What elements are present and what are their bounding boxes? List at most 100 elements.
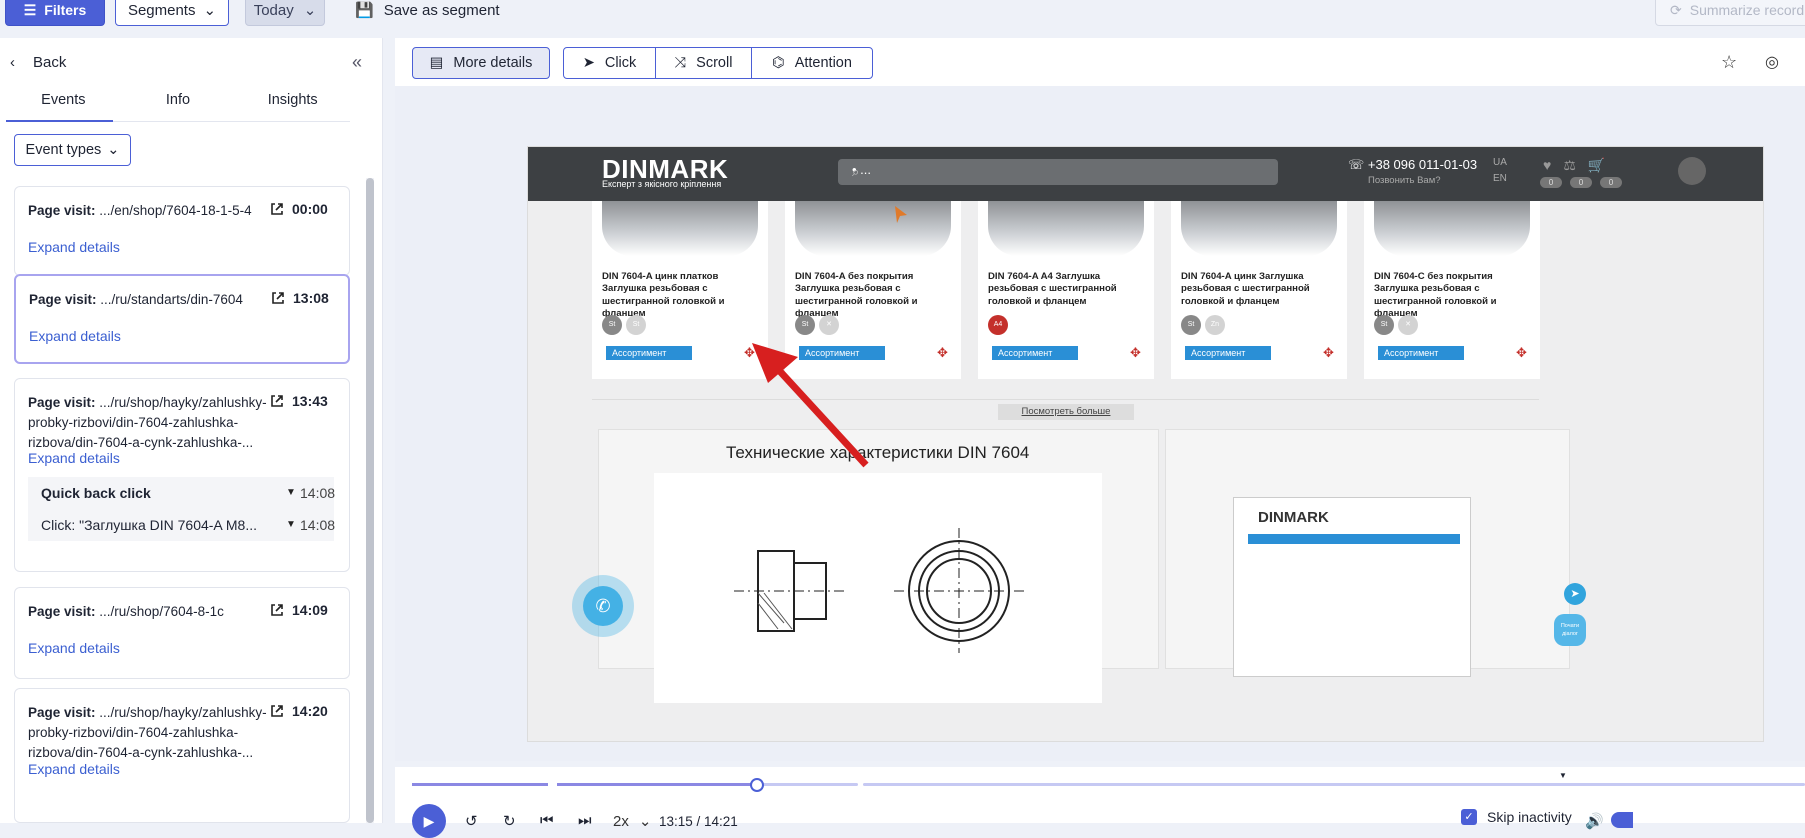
chevron-left-icon: ‹ — [10, 54, 15, 71]
assortment-label: Ассортимент — [1378, 346, 1464, 360]
top-bar: ☰ Filters Segments ⌄ Today ⌄ 💾 Save as s… — [0, 0, 1805, 32]
events-sidebar: ‹ Back « Events Info Insights Event type… — [0, 38, 383, 823]
divider — [592, 399, 1539, 400]
cart-icon: 🛒 — [1587, 157, 1606, 173]
rewind-10-icon[interactable]: ↺ — [465, 812, 478, 830]
expand-details-link[interactable]: Expand details — [28, 761, 120, 777]
back-button[interactable]: ‹ Back — [10, 54, 66, 71]
expand-details-link[interactable]: Expand details — [28, 640, 120, 656]
speed-dropdown[interactable]: 2x ⌄ — [613, 812, 651, 831]
more-details-button[interactable]: ▤ More details — [412, 47, 550, 79]
tab-insights[interactable]: Insights — [235, 86, 350, 121]
move-icon: ✥ — [1130, 345, 1141, 360]
event-card[interactable]: Page visit: .../ru/shop/hayky/zahlushky-… — [14, 378, 350, 572]
volume-icon[interactable]: 🔊 — [1585, 812, 1604, 830]
user-icon — [1678, 157, 1706, 185]
product-image — [795, 201, 951, 256]
chevron-down-icon: ⌄ — [303, 2, 317, 19]
lang-en: EN — [1493, 173, 1507, 184]
event-marker-icon: ▼ — [1559, 771, 1567, 780]
heatmap-mode-group: ➤ Click ⤨ Scroll ⌬ Attention — [563, 47, 873, 79]
event-title: Page visit: .../ru/standarts/din-7604 — [29, 292, 243, 307]
wishlist-count: 0 — [1540, 177, 1562, 188]
save-segment-label: Save as segment — [383, 1, 500, 19]
event-title: Page visit: .../ru/shop/7604-8-1c — [28, 604, 224, 619]
eye-off-icon[interactable]: ◎ — [1765, 52, 1779, 72]
assortment-label: Ассортимент — [992, 346, 1078, 360]
scroll-mode-button[interactable]: ⤨ Scroll — [656, 48, 752, 78]
sidebar-tabs: Events Info Insights — [6, 86, 350, 122]
material-chip: A4 — [988, 315, 1008, 335]
caret-down-icon: ▼ — [286, 519, 296, 530]
site-header-icons: ♥ ⚖ 🛒 — [1543, 157, 1605, 174]
move-icon: ✥ — [1516, 345, 1527, 360]
pdf-logo: DINMARK — [1258, 509, 1329, 526]
scroll-icon: ⤨ — [674, 55, 687, 71]
external-link-icon[interactable] — [269, 602, 285, 618]
event-time: 00:00 — [292, 201, 328, 217]
event-types-label: Event types — [25, 142, 102, 158]
event-card[interactable]: Page visit: .../ru/shop/hayky/zahlushky-… — [14, 688, 350, 823]
sub-event-row[interactable]: Quick back click ▼ 14:08 — [28, 477, 336, 509]
see-more-link: Посмотреть больше — [998, 404, 1134, 420]
event-types-dropdown[interactable]: Event types ⌄ — [14, 134, 131, 166]
product-image — [988, 201, 1144, 256]
cart-count: 0 — [1600, 177, 1622, 188]
sub-event-row[interactable]: Click: "Заглушка DIN 7604-A M8... ▼ 14:0… — [28, 509, 335, 541]
external-link-icon[interactable] — [269, 201, 285, 217]
details-icon: ▤ — [429, 55, 444, 71]
click-mode-button[interactable]: ➤ Click — [564, 48, 656, 78]
material-chip-empty: ✕ — [819, 315, 839, 335]
toggle-switch[interactable] — [1611, 812, 1633, 828]
material-chip: Zn — [1205, 315, 1225, 335]
event-card[interactable]: Page visit: .../en/shop/7604-18-1-5-4 00… — [14, 186, 350, 276]
star-icon[interactable]: ☆ — [1721, 52, 1737, 73]
site-search-input[interactable]: • ... ⌕ — [838, 159, 1278, 185]
external-link-icon[interactable] — [269, 393, 285, 409]
sub-event-label: Quick back click — [41, 485, 151, 501]
product-name: DIN 7604-A A4 Заглушка резьбовая с шести… — [988, 271, 1117, 307]
compare-count: 0 — [1570, 177, 1592, 188]
previous-icon[interactable]: ⏮ — [540, 812, 554, 829]
tab-events[interactable]: Events — [6, 86, 121, 122]
event-time: 14:20 — [292, 703, 328, 719]
forward-30-icon[interactable]: ↻ — [503, 812, 516, 830]
timeline-played — [412, 783, 548, 786]
collapse-sidebar-icon[interactable]: « — [352, 52, 362, 73]
save-as-segment-button[interactable]: 💾 Save as segment — [355, 0, 500, 20]
filters-button[interactable]: ☰ Filters — [5, 0, 105, 26]
more-details-label: More details — [453, 55, 533, 71]
play-button[interactable]: ▶ — [412, 804, 446, 838]
event-title: Page visit: .../en/shop/7604-18-1-5-4 — [28, 203, 252, 218]
date-range-dropdown[interactable]: Today ⌄ — [245, 0, 325, 26]
telegram-icon: ➤ — [1564, 583, 1586, 605]
timecode: 13:15 / 14:21 — [659, 814, 738, 829]
summarize-button[interactable]: ⟳ Summarize record — [1655, 0, 1805, 26]
scrollbar-thumb[interactable] — [366, 178, 374, 823]
product-card: DIN 7604-C без покрытия Заглушка резьбов… — [1364, 201, 1540, 379]
attention-label: Attention — [794, 55, 852, 71]
timeline-scrubber[interactable] — [750, 778, 764, 792]
site-header-badges: 0 0 0 — [1540, 177, 1622, 188]
attention-mode-button[interactable]: ⌬ Attention — [752, 48, 872, 78]
segments-dropdown[interactable]: Segments ⌄ — [115, 0, 229, 26]
lang-ua: UA — [1493, 157, 1507, 168]
event-card-selected[interactable]: Page visit: .../ru/standarts/din-7604 13… — [14, 274, 350, 364]
next-icon[interactable]: ⏭ — [578, 812, 592, 829]
summarize-label: Summarize record — [1689, 2, 1805, 18]
expand-details-link[interactable]: Expand details — [28, 239, 120, 255]
tab-info[interactable]: Info — [121, 86, 236, 121]
filter-icon: ☰ — [23, 1, 37, 18]
recorded-webpage: DINMARK Експерт з якісного кріплення • .… — [527, 146, 1764, 742]
chat-widget: Почати діалог — [1554, 614, 1586, 646]
sub-event-time: 14:08 — [300, 485, 336, 501]
expand-details-link[interactable]: Expand details — [29, 328, 121, 344]
timeline-segment[interactable] — [863, 783, 1805, 786]
event-card[interactable]: Page visit: .../ru/shop/7604-8-1c 14:09 … — [14, 587, 350, 679]
product-image — [1374, 201, 1530, 256]
expand-details-link[interactable]: Expand details — [28, 450, 120, 466]
filters-label: Filters — [44, 2, 87, 18]
external-link-icon[interactable] — [269, 703, 285, 719]
site-header: DINMARK Експерт з якісного кріплення • .… — [528, 147, 1763, 201]
external-link-icon[interactable] — [270, 290, 286, 306]
